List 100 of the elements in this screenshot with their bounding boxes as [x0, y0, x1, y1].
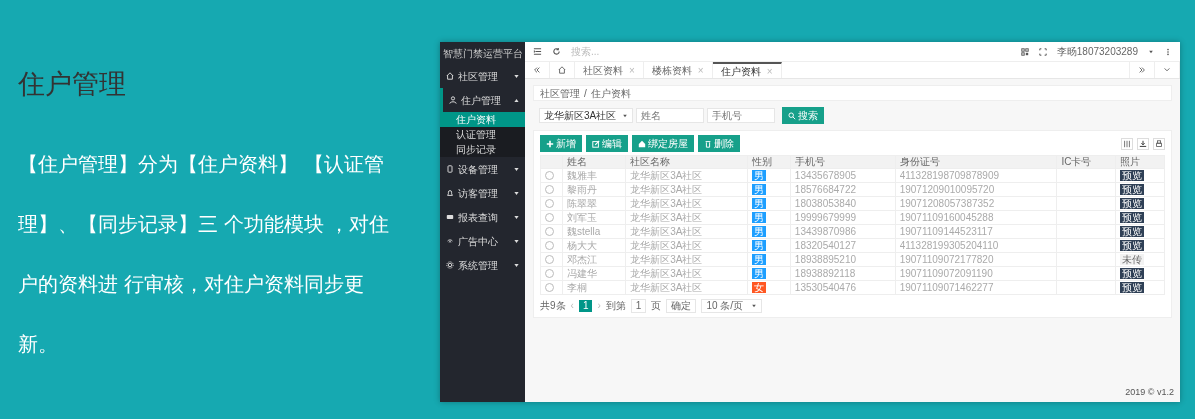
table-cell: 411328198709878909 [895, 168, 1057, 183]
plus-icon [546, 139, 554, 148]
delete-button[interactable]: 删除 [698, 135, 740, 152]
user-menu[interactable]: 李旸18073203289 [1056, 44, 1138, 59]
tab[interactable]: 楼栋资料 × [643, 62, 713, 78]
table-cell: 18038053840 [790, 196, 896, 211]
name-field[interactable]: 姓名 [636, 108, 705, 123]
caret-down-icon [513, 261, 520, 269]
preview-button[interactable]: 预览 [1119, 211, 1144, 223]
preview-button[interactable]: 预览 [1119, 239, 1144, 251]
gender-tag: 男 [751, 183, 766, 195]
preview-button[interactable]: 预览 [1119, 267, 1144, 279]
caret-down-icon [622, 112, 629, 119]
sidebar-item[interactable]: 访客管理 [440, 181, 525, 205]
caret-up-icon [513, 96, 520, 104]
caret-down-icon [751, 302, 758, 309]
page-input[interactable]: 1 [630, 298, 647, 313]
columns-icon[interactable] [1123, 139, 1131, 148]
breadcrumb-item[interactable]: 社区管理 [540, 85, 580, 101]
caret-down-icon[interactable] [1148, 48, 1154, 55]
community-select[interactable]: 龙华新区3A社区 [539, 108, 634, 123]
submenu-item[interactable]: 住户资料 [440, 112, 525, 127]
bind-house-button[interactable]: 绑定房屋 [632, 135, 694, 152]
table-cell: 龙华新区3A社区 [625, 210, 748, 225]
tab[interactable]: 社区资料 × [575, 62, 644, 78]
table-cell: 邓杰江 [562, 252, 626, 267]
page-button[interactable]: 1 [578, 299, 593, 312]
column-header: 社区名称 [625, 155, 748, 169]
submenu-item[interactable]: 同步记录 [440, 142, 525, 157]
gender-tag: 男 [751, 267, 766, 279]
caret-down-icon [513, 165, 520, 173]
caret-down-icon [513, 72, 520, 80]
person-icon [449, 96, 457, 104]
table-cell: 13530540476 [790, 280, 896, 295]
table-cell: 龙华新区3A社区 [625, 224, 748, 239]
edit-button[interactable]: 编辑 [586, 135, 628, 152]
phone-field[interactable]: 手机号 [707, 108, 776, 123]
edit-icon [592, 139, 600, 148]
sidebar-item[interactable]: 广告中心 [440, 229, 525, 253]
message-icon [446, 213, 454, 221]
preview-button[interactable]: 预览 [1119, 197, 1144, 209]
caret-down-icon [513, 189, 520, 197]
sidebar-item[interactable]: 报表查询 [440, 205, 525, 229]
tab[interactable]: 住户资料 × [712, 62, 782, 78]
preview-button[interactable]: 预览 [1119, 183, 1144, 195]
table-cell: 龙华新区3A社区 [625, 252, 748, 267]
table-cell: 19071208057387352 [895, 196, 1057, 211]
export-icon[interactable] [1139, 139, 1147, 148]
table-cell: 19999679999 [790, 210, 896, 225]
breadcrumb-separator: / [584, 86, 587, 101]
sidebar-item[interactable]: 社区管理 [440, 64, 525, 88]
fullscreen-icon[interactable] [1038, 47, 1047, 56]
qr-icon[interactable] [1020, 47, 1029, 56]
search-button[interactable]: 搜索 [782, 107, 825, 124]
double-chevron-right-icon[interactable] [1138, 66, 1146, 74]
print-icon[interactable] [1155, 139, 1163, 148]
page-size-select[interactable]: 10 条/页 [701, 298, 763, 313]
table-cell: 刘军玉 [562, 210, 626, 225]
table-cell: 龙华新区3A社区 [625, 182, 748, 197]
table-cell: 龙华新区3A社区 [625, 266, 748, 281]
table-cell: 13435678905 [790, 168, 896, 183]
gender-tag: 女 [751, 281, 766, 293]
preview-button[interactable]: 预览 [1119, 169, 1144, 181]
goto-label: 到第 [605, 299, 626, 313]
table-cell: 龙华新区3A社区 [625, 280, 748, 295]
table-cell: 龙华新区3A社区 [625, 238, 748, 253]
table-cell: 18576684722 [790, 182, 896, 197]
table-cell: 19071109160045288 [895, 210, 1057, 225]
column-header: 身份证号 [895, 155, 1057, 169]
table-cell: 龙华新区3A社区 [625, 168, 748, 183]
gear-icon [446, 261, 454, 269]
add-button[interactable]: 新增 [540, 135, 582, 152]
table-cell: 李桐 [562, 280, 626, 295]
bell-icon [446, 189, 454, 197]
more-icon[interactable] [1164, 47, 1172, 56]
description-paragraph: 【住户管理】分为【住户资料】 【认证管理】、【同步记录】三 个功能模块 ，对住户的资料进 行审核，对住户资料同步更新。 [18, 152, 390, 358]
trash-icon [704, 139, 712, 148]
app-brand: 智慧门禁运营平台 [441, 46, 524, 61]
table-cell: 19071109071462277 [895, 280, 1057, 295]
gender-tag: 男 [751, 225, 766, 237]
preview-button[interactable]: 预览 [1119, 281, 1144, 293]
menu-icon[interactable] [533, 47, 542, 56]
sidebar-item[interactable]: 系统管理 [440, 253, 525, 277]
table-cell: 魏雅丰 [562, 168, 626, 183]
footer-text: 2019 © v1.2 [1124, 385, 1175, 399]
table-cell: 19071109144523117 [895, 224, 1057, 239]
confirm-button[interactable]: 确定 [666, 298, 697, 313]
table-cell: 杨大大 [562, 238, 626, 253]
submenu-item[interactable]: 认证管理 [440, 127, 525, 142]
table-cell: 19071109072177820 [895, 252, 1057, 267]
chevron-down-icon[interactable] [1163, 66, 1171, 74]
sidebar-item[interactable]: 设备管理 [440, 157, 525, 181]
photo-status: 未传 [1119, 253, 1144, 265]
breadcrumb-item[interactable]: 住户资料 [590, 85, 631, 101]
section-title: 住户管理 [18, 68, 127, 101]
preview-button[interactable]: 预览 [1119, 225, 1144, 237]
double-chevron-left-icon[interactable] [533, 66, 541, 74]
column-header: 照片 [1115, 155, 1165, 169]
refresh-icon[interactable] [552, 47, 561, 56]
home-icon[interactable] [558, 66, 566, 74]
